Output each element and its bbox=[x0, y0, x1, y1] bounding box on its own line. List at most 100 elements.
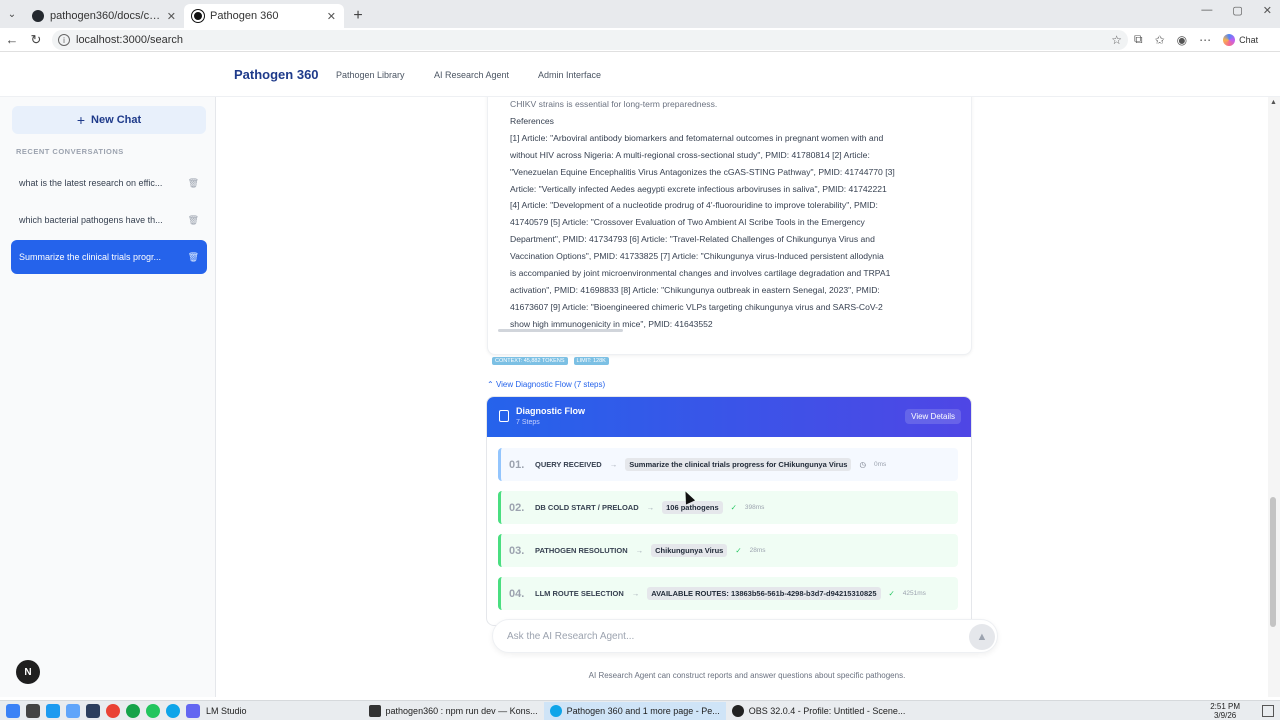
nav-admin-interface[interactable]: Admin Interface bbox=[538, 70, 601, 80]
flow-step: 03. PATHOGEN RESOLUTION → Chikungunya Vi… bbox=[498, 534, 958, 567]
browser-tab-docs[interactable]: pathogen360/docs/compreher ✕ bbox=[24, 4, 184, 28]
scroll-up-icon[interactable]: ▲ bbox=[1270, 99, 1277, 106]
chat-input[interactable]: Ask the AI Research Agent... ▲ bbox=[492, 619, 998, 653]
arrow-icon: → bbox=[646, 503, 655, 512]
more-icon[interactable]: ⋯ bbox=[1199, 33, 1211, 47]
tab-label: Pathogen 360 bbox=[210, 10, 279, 22]
conversation-label: what is the latest research on effic... bbox=[19, 178, 163, 188]
arrow-icon: → bbox=[609, 460, 618, 469]
tab-list-chevron-icon[interactable]: ⌄ bbox=[0, 0, 24, 28]
clock-icon: ◷ bbox=[859, 460, 866, 469]
reference-line: Department", PMID: 41734793 [6] Article:… bbox=[510, 234, 875, 245]
view-diagnostic-flow-toggle[interactable]: ⌃ View Diagnostic Flow (7 steps) bbox=[487, 380, 605, 389]
step-name: QUERY RECEIVED bbox=[535, 460, 602, 469]
edge-icon[interactable] bbox=[166, 703, 180, 718]
inkscape-icon[interactable] bbox=[86, 703, 100, 718]
edge-icon bbox=[549, 704, 562, 717]
chevron-up-icon: ⌃ bbox=[487, 380, 496, 389]
whatsapp-icon[interactable] bbox=[146, 703, 160, 718]
url-field[interactable]: i localhost:3000/search ☆ bbox=[52, 30, 1128, 50]
app-icon[interactable] bbox=[126, 703, 140, 718]
browser-toolbar-icons: ⧉ ✩ ◉ ⋯ Chat bbox=[1134, 32, 1258, 47]
system-clock[interactable]: 2:51 PM 3/9/26 bbox=[1210, 702, 1240, 720]
nav-pathogen-library[interactable]: Pathogen Library bbox=[336, 70, 405, 80]
back-icon[interactable]: ← bbox=[0, 28, 24, 52]
app-header: Pathogen 360 Pathogen Library AI Researc… bbox=[0, 53, 1280, 97]
step-name: PATHOGEN RESOLUTION bbox=[535, 546, 628, 555]
github-icon bbox=[32, 10, 44, 22]
extensions-icon[interactable]: ⧉ bbox=[1134, 32, 1143, 47]
app-icon[interactable] bbox=[46, 703, 60, 718]
step-duration: 398ms bbox=[744, 504, 765, 511]
reference-line: without HIV across Nigeria: A multi-regi… bbox=[510, 149, 870, 160]
step-value: Chikungunya Virus bbox=[651, 544, 728, 557]
profile-icon[interactable]: ◉ bbox=[1177, 33, 1187, 47]
copilot-chat-button[interactable]: Chat bbox=[1223, 33, 1258, 46]
taskbar-app-label: Pathogen 360 and 1 more page - Pe... bbox=[566, 705, 720, 716]
reference-line: activation", PMID: 41698833 [8] Article:… bbox=[510, 284, 880, 295]
favorites-icon[interactable]: ✩ bbox=[1155, 33, 1165, 47]
close-icon[interactable]: ✕ bbox=[327, 10, 336, 23]
flow-step: 02. DB COLD START / PRELOAD → 106 pathog… bbox=[498, 491, 958, 524]
sidebar: + New Chat RECENT CONVERSATIONS what is … bbox=[0, 97, 216, 697]
brand-logo[interactable]: Pathogen 360 bbox=[234, 67, 319, 82]
url-text: localhost:3000/search bbox=[76, 34, 184, 46]
assistant-message: CHIKV strains is essential for long-term… bbox=[487, 97, 972, 355]
reference-line: Article: "Vertically infected Aedes aegy… bbox=[510, 183, 887, 194]
chat-input-placeholder: Ask the AI Research Agent... bbox=[507, 630, 635, 642]
conversation-item[interactable]: what is the latest research on effic... … bbox=[11, 166, 207, 200]
taskbar-app-konsole[interactable]: pathogen360 : npm run dev — Kons... bbox=[363, 702, 544, 720]
address-bar-row: ← ↻ i localhost:3000/search ☆ ⧉ ✩ ◉ ⋯ Ch… bbox=[0, 28, 1280, 52]
trash-icon[interactable]: 🗑 bbox=[188, 178, 199, 189]
step-duration: 0ms bbox=[874, 461, 887, 468]
nextjs-dev-badge[interactable]: N bbox=[16, 660, 40, 684]
start-menu-icon[interactable] bbox=[6, 703, 20, 718]
message-trailing-text: CHIKV strains is essential for long-term… bbox=[510, 99, 718, 109]
trash-icon[interactable]: 🗑 bbox=[188, 252, 199, 263]
site-info-icon[interactable]: i bbox=[58, 34, 70, 46]
bookmark-star-icon[interactable]: ☆ bbox=[1111, 33, 1122, 47]
conversation-item-active[interactable]: Summarize the clinical trials progr... 🗑 bbox=[11, 240, 207, 274]
conversation-item[interactable]: which bacterial pathogens have th... 🗑 bbox=[11, 203, 207, 237]
reload-icon[interactable]: ↻ bbox=[24, 28, 48, 52]
step-number: 02. bbox=[509, 501, 525, 514]
close-icon[interactable]: ✕ bbox=[167, 10, 176, 23]
scroll-thumb[interactable] bbox=[1270, 497, 1276, 627]
arrow-icon: → bbox=[635, 546, 644, 555]
clock-date: 3/9/26 bbox=[1213, 711, 1237, 720]
new-chat-button[interactable]: + New Chat bbox=[12, 106, 206, 134]
maximize-icon[interactable]: ▢ bbox=[1232, 4, 1242, 17]
taskbar-app-label: LM Studio bbox=[206, 705, 247, 716]
check-icon: ✓ bbox=[735, 546, 742, 555]
app-icon[interactable] bbox=[186, 703, 200, 718]
reference-line: [4] Article: "Development of a nucleotid… bbox=[510, 200, 878, 211]
context-limit-chip: LIMIT: 128K bbox=[573, 357, 609, 365]
references-heading: References bbox=[510, 115, 554, 126]
view-details-button[interactable]: View Details bbox=[905, 409, 961, 424]
reference-line: is accompanied by joint microenvironment… bbox=[510, 268, 891, 279]
browser-tab-pathogen[interactable]: Pathogen 360 ✕ bbox=[184, 4, 344, 28]
minimize-icon[interactable]: — bbox=[1201, 4, 1212, 17]
taskbar-app-browser[interactable]: Pathogen 360 and 1 more page - Pe... bbox=[543, 701, 726, 720]
message-horizontal-scrollbar[interactable] bbox=[498, 329, 953, 332]
step-value: AVAILABLE ROUTES: 13863b56-561b-4298-b3d… bbox=[647, 587, 881, 600]
folder-icon[interactable] bbox=[66, 703, 80, 718]
diagnostic-flow-header: Diagnostic Flow 7 Steps View Details bbox=[487, 397, 971, 437]
show-desktop-button[interactable] bbox=[1262, 705, 1274, 717]
step-number: 04. bbox=[509, 587, 525, 600]
konsole-icon bbox=[368, 704, 381, 717]
step-name: DB COLD START / PRELOAD bbox=[535, 503, 639, 512]
page-scrollbar[interactable]: ▲ bbox=[1268, 97, 1280, 697]
taskbar-app-obs[interactable]: OBS 32.0.4 - Profile: Untitled - Scene..… bbox=[726, 702, 912, 720]
send-button[interactable]: ▲ bbox=[969, 624, 995, 650]
taskbar-app-lm-studio[interactable]: LM Studio bbox=[200, 702, 253, 720]
close-window-icon[interactable]: ✕ bbox=[1263, 4, 1272, 17]
reference-line: Vaccination Options", PMID: 41733825 [7]… bbox=[510, 251, 884, 262]
new-tab-button[interactable]: + bbox=[344, 4, 372, 28]
chrome-icon[interactable] bbox=[106, 703, 120, 718]
nav-ai-research-agent[interactable]: AI Research Agent bbox=[434, 70, 509, 80]
trash-icon[interactable]: 🗑 bbox=[188, 215, 199, 226]
scroll-thumb[interactable] bbox=[498, 329, 623, 332]
context-tokens-chip: CONTEXT: 45,882 TOKENS bbox=[492, 357, 568, 365]
terminal-icon[interactable] bbox=[26, 703, 40, 718]
